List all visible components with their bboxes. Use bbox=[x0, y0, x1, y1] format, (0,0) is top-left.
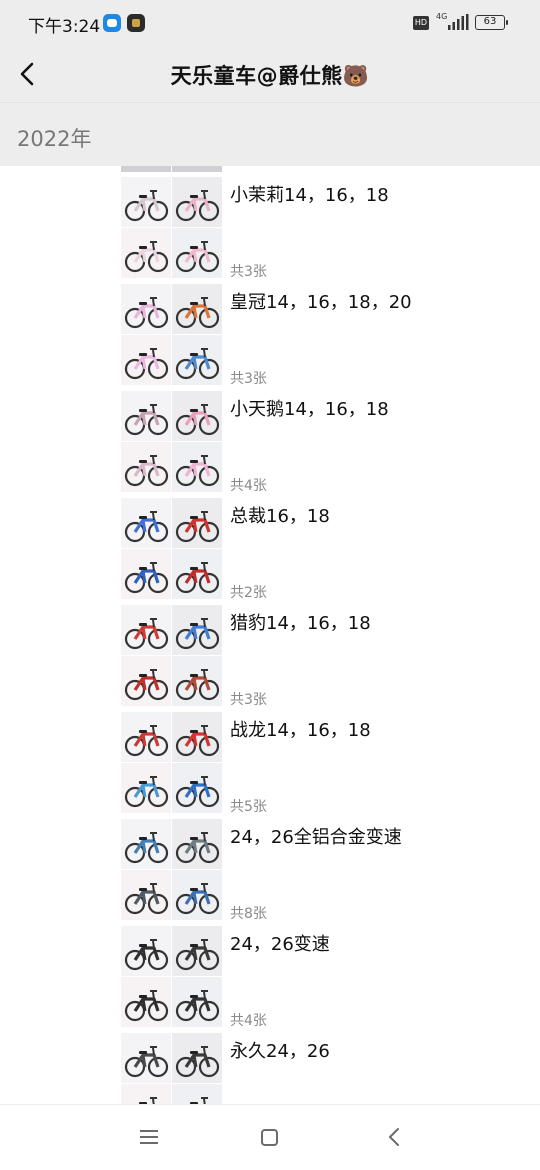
bike-photo-thumbnail[interactable] bbox=[121, 712, 171, 762]
bike-photo-thumbnail[interactable] bbox=[121, 977, 171, 1027]
entry-title: 永久24，26 bbox=[230, 1041, 330, 1062]
bike-photo-thumbnail[interactable] bbox=[121, 926, 171, 976]
entry-thumbnail-grid[interactable] bbox=[121, 391, 222, 492]
status-bar: 下午3:24 HD 4G 63 bbox=[0, 0, 540, 46]
bike-photo-thumbnail[interactable] bbox=[121, 870, 171, 920]
bike-photo-thumbnail[interactable] bbox=[172, 977, 222, 1027]
bike-photo-thumbnail[interactable] bbox=[172, 442, 222, 492]
network-type: 4G bbox=[436, 12, 448, 21]
bike-photo-thumbnail[interactable] bbox=[172, 335, 222, 385]
bike-photo-thumbnail[interactable] bbox=[172, 549, 222, 599]
bike-photo-thumbnail[interactable] bbox=[172, 656, 222, 706]
system-nav-bar bbox=[0, 1104, 540, 1170]
entry-photo-count: 共4张 bbox=[230, 478, 267, 494]
bike-photo-thumbnail[interactable] bbox=[172, 498, 222, 548]
album-entry[interactable]: 总裁16，18 共2张 bbox=[121, 498, 521, 601]
entry-title: 小茉莉14，16，18 bbox=[230, 185, 389, 206]
bike-photo-thumbnail[interactable] bbox=[172, 819, 222, 869]
back-triangle-icon[interactable] bbox=[386, 1127, 402, 1147]
album-entry[interactable]: 24，26变速共4张 bbox=[121, 926, 521, 1029]
bike-photo-thumbnail[interactable] bbox=[172, 1033, 222, 1083]
entry-photo-count: 共4张 bbox=[230, 1013, 267, 1029]
entry-thumbnail-grid[interactable] bbox=[121, 712, 222, 813]
bike-photo-thumbnail[interactable] bbox=[121, 335, 171, 385]
bike-photo-thumbnail[interactable] bbox=[121, 819, 171, 869]
entry-title: 24，26全铝合金变速 bbox=[230, 827, 402, 848]
bike-photo-thumbnail[interactable] bbox=[172, 284, 222, 334]
year-section-header: 2022年 bbox=[0, 102, 540, 166]
home-square-icon[interactable] bbox=[261, 1129, 278, 1146]
entry-photo-count: 共3张 bbox=[230, 371, 267, 387]
bike-photo-thumbnail[interactable] bbox=[121, 177, 171, 227]
bike-photo-thumbnail[interactable] bbox=[121, 605, 171, 655]
menu-icon[interactable] bbox=[140, 1129, 158, 1145]
bike-photo-thumbnail[interactable] bbox=[172, 177, 222, 227]
bike-photo-thumbnail[interactable] bbox=[121, 442, 171, 492]
bike-photo-thumbnail[interactable] bbox=[121, 549, 171, 599]
bike-photo-thumbnail[interactable] bbox=[172, 391, 222, 441]
album-feed[interactable]: 小茉莉14，16，18 共3张 皇冠14，16，18，20 共3张 小天鹅14，16，1… bbox=[0, 166, 540, 1104]
album-entry[interactable]: 皇冠14，16，18，20 共3张 bbox=[121, 284, 521, 387]
entry-thumbnail-grid[interactable] bbox=[121, 1033, 222, 1104]
entry-title: 总裁16，18 bbox=[230, 506, 330, 527]
signal-icon bbox=[448, 14, 469, 30]
entry-thumbnail-grid[interactable] bbox=[121, 605, 222, 706]
bike-photo-thumbnail[interactable] bbox=[172, 763, 222, 813]
entry-thumbnail-grid[interactable] bbox=[121, 926, 222, 1027]
bike-photo-thumbnail[interactable] bbox=[121, 391, 171, 441]
previous-entry-thumbs bbox=[121, 166, 222, 172]
entry-photo-count: 共5张 bbox=[230, 799, 267, 815]
entry-title: 战龙14，16，18 bbox=[230, 720, 371, 741]
bike-photo-thumbnail[interactable] bbox=[121, 1084, 171, 1104]
entry-title: 24，26变速 bbox=[230, 934, 330, 955]
entry-thumbnail-grid[interactable] bbox=[121, 498, 222, 599]
page-title: 天乐童车@爵仕熊🐻 bbox=[170, 64, 370, 88]
bike-photo-thumbnail[interactable] bbox=[172, 228, 222, 278]
album-entry[interactable]: 猎豹14，16，18 共3张 bbox=[121, 605, 521, 708]
bike-photo-thumbnail[interactable] bbox=[172, 1084, 222, 1104]
status-time: 下午3:24 bbox=[28, 17, 101, 37]
entry-thumbnail-grid[interactable] bbox=[121, 177, 222, 278]
bike-photo-thumbnail[interactable] bbox=[172, 870, 222, 920]
album-entry[interactable]: 24，26全铝合金变速共8张 bbox=[121, 819, 521, 922]
notification-app-icon-2 bbox=[127, 14, 145, 32]
entry-photo-count: 共2张 bbox=[230, 585, 267, 601]
bike-photo-thumbnail[interactable] bbox=[172, 605, 222, 655]
album-entry[interactable]: 小茉莉14，16，18 共3张 bbox=[121, 177, 521, 280]
bike-photo-thumbnail[interactable] bbox=[172, 926, 222, 976]
hd-badge: HD bbox=[413, 16, 429, 30]
bike-photo-thumbnail[interactable] bbox=[172, 712, 222, 762]
title-bar: 天乐童车@爵仕熊🐻 bbox=[0, 46, 540, 102]
entry-title: 小天鹅14，16，18 bbox=[230, 399, 389, 420]
entry-title: 猎豹14，16，18 bbox=[230, 613, 371, 634]
bike-photo-thumbnail[interactable] bbox=[121, 228, 171, 278]
entry-photo-count: 共3张 bbox=[230, 264, 267, 280]
bike-photo-thumbnail[interactable] bbox=[121, 656, 171, 706]
year-label: 2022年 bbox=[17, 127, 92, 151]
entry-photo-count: 共3张 bbox=[230, 692, 267, 708]
bike-photo-thumbnail[interactable] bbox=[121, 1033, 171, 1083]
album-entry[interactable]: 永久24，26 bbox=[121, 1033, 521, 1104]
bike-photo-thumbnail[interactable] bbox=[121, 284, 171, 334]
entry-thumbnail-grid[interactable] bbox=[121, 819, 222, 920]
bike-photo-thumbnail[interactable] bbox=[121, 763, 171, 813]
album-entry[interactable]: 小天鹅14，16，18 共4张 bbox=[121, 391, 521, 494]
entry-photo-count: 共8张 bbox=[230, 906, 267, 922]
entry-title: 皇冠14，16，18，20 bbox=[230, 292, 412, 313]
notification-app-icon bbox=[103, 14, 121, 32]
album-entry[interactable]: 战龙14，16，18 共5张 bbox=[121, 712, 521, 815]
bike-photo-thumbnail[interactable] bbox=[121, 498, 171, 548]
battery-indicator: 63 bbox=[475, 15, 508, 30]
entry-thumbnail-grid[interactable] bbox=[121, 284, 222, 385]
